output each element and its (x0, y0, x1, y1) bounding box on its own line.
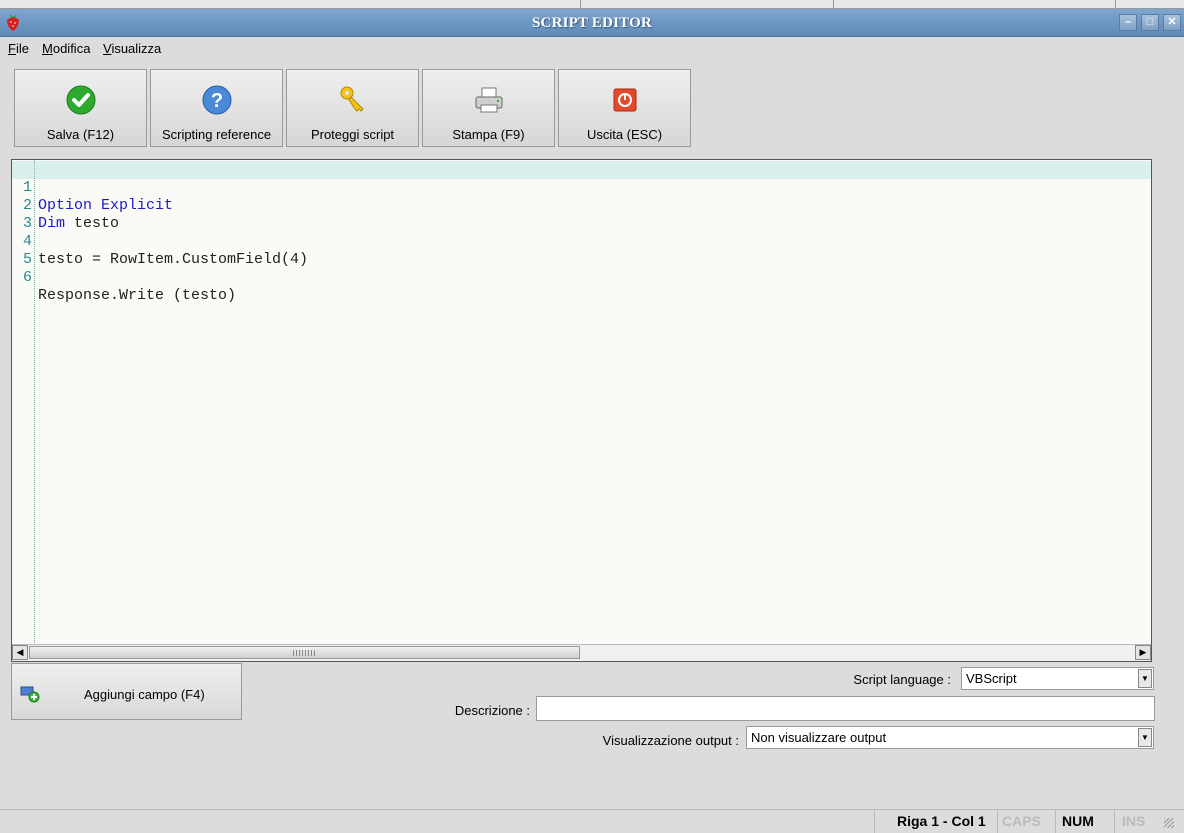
caps-indicator: CAPS (1002, 813, 1041, 829)
background-column-separator (833, 0, 834, 8)
protect-script-label: Proteggi script (310, 127, 395, 142)
output-label: Visualizzazione output : (602, 733, 739, 748)
minimize-button[interactable]: – (1119, 14, 1137, 31)
code-line: 2 Dim testo (12, 179, 119, 232)
menu-file[interactable]: File (8, 41, 29, 56)
save-button-label: Salva (F12) (46, 127, 115, 142)
description-input[interactable] (536, 696, 1155, 721)
code-line: 6 Response.Write (testo) (12, 251, 236, 304)
power-icon (613, 88, 636, 112)
horizontal-scrollbar[interactable]: ◀ ▶ (12, 644, 1151, 661)
menu-bar: File Modifica Visualizza (0, 37, 1184, 59)
resize-grip[interactable] (1164, 818, 1174, 828)
status-separator (1114, 810, 1115, 833)
menu-visualizza[interactable]: Visualizza (103, 41, 161, 56)
help-icon: ? (202, 85, 231, 115)
status-separator (997, 810, 998, 833)
line-number: 6 (22, 269, 32, 286)
add-field-button[interactable]: Aggiungi campo (F4) (11, 663, 242, 720)
code-editor[interactable]: 1 Option Explicit 2 Dim testo 3 4 testo … (11, 159, 1152, 662)
script-language-select[interactable]: VBScript ▼ (961, 667, 1154, 690)
code-line: 4 testo = RowItem.CustomField(4) (12, 215, 308, 268)
exit-button[interactable]: Uscita (ESC) (558, 69, 691, 147)
scroll-thumb[interactable] (29, 646, 580, 659)
check-icon (66, 85, 95, 115)
exit-label: Uscita (ESC) (586, 127, 663, 142)
num-indicator: NUM (1062, 813, 1094, 829)
protect-script-button[interactable]: Proteggi script (286, 69, 419, 147)
scripting-reference-button[interactable]: ? Scripting reference (150, 69, 283, 147)
key-icon (340, 86, 364, 112)
save-button[interactable]: Salva (F12) (14, 69, 147, 147)
status-separator (874, 810, 875, 833)
scripting-reference-label: Scripting reference (161, 127, 272, 142)
add-field-label: Aggiungi campo (F4) (84, 687, 205, 702)
scroll-grip (292, 650, 317, 656)
close-button[interactable]: ✕ (1163, 14, 1181, 31)
code-line: 3 (12, 197, 48, 232)
status-bar: Riga 1 - Col 1 CAPS NUM INS (0, 809, 1184, 833)
title-bar[interactable]: SCRIPT EDITOR – □ ✕ (0, 9, 1184, 37)
output-value: Non visualizzare output (751, 730, 887, 745)
print-button[interactable]: Stampa (F9) (422, 69, 555, 147)
output-select[interactable]: Non visualizzare output ▼ (746, 726, 1154, 749)
svg-text:?: ? (210, 90, 222, 112)
scroll-right-button[interactable]: ▶ (1135, 645, 1151, 660)
background-column-separator (1115, 0, 1116, 8)
cursor-position: Riga 1 - Col 1 (897, 813, 986, 829)
code-text: Response.Write (testo) (38, 287, 237, 304)
status-separator (1055, 810, 1056, 833)
code-text: testo (65, 215, 120, 232)
code-keyword: Option Explicit (38, 197, 174, 214)
code-line: 1 Option Explicit (12, 161, 173, 214)
script-language-label: Script language : (853, 672, 951, 687)
maximize-button[interactable]: □ (1141, 14, 1159, 31)
printer-icon (475, 87, 502, 113)
background-column-separator (580, 0, 581, 8)
ins-indicator: INS (1122, 813, 1146, 829)
chevron-down-icon[interactable]: ▼ (1138, 669, 1152, 688)
current-line-highlight (12, 161, 1151, 179)
chevron-down-icon[interactable]: ▼ (1138, 728, 1152, 747)
code-text: testo = RowItem.CustomField(4) (38, 251, 309, 268)
print-label: Stampa (F9) (452, 127, 525, 142)
scroll-left-button[interactable]: ◀ (12, 645, 28, 660)
background-window-strip (0, 0, 1184, 9)
menu-modifica[interactable]: Modifica (42, 41, 90, 56)
window-title: SCRIPT EDITOR (532, 15, 652, 31)
code-line: 5 (12, 233, 48, 268)
script-language-value: VBScript (966, 671, 1017, 686)
add-field-icon (20, 686, 40, 703)
description-label: Descrizione : (454, 703, 530, 718)
